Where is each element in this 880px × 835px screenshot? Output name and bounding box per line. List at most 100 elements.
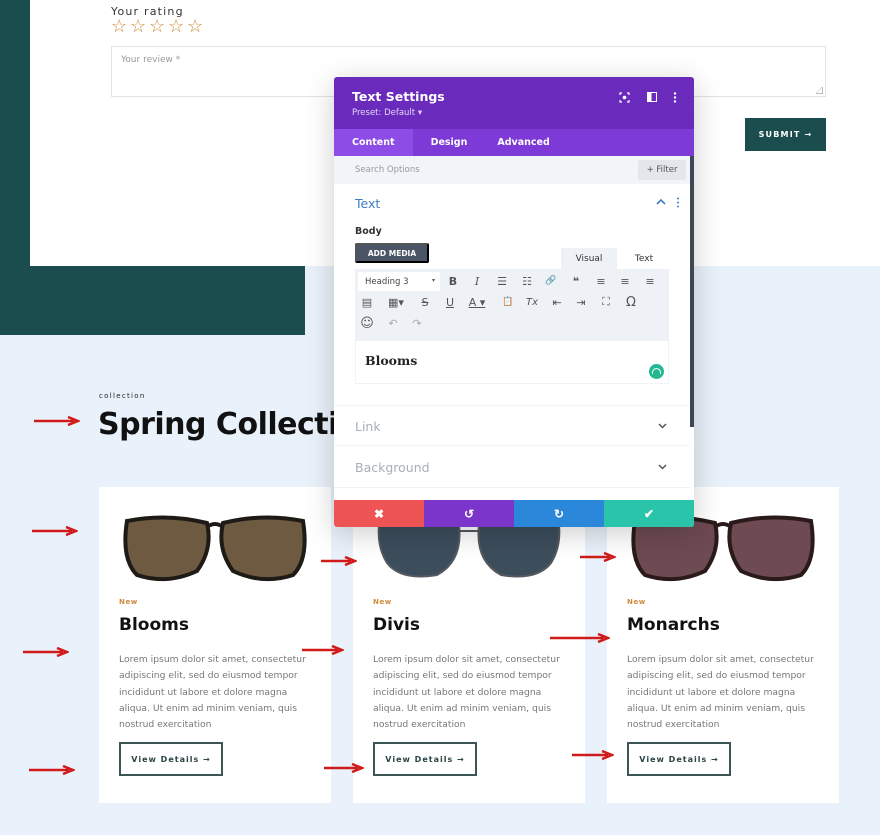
checkmark-icon: ✔ — [643, 506, 655, 521]
grammar-check-icon[interactable] — [649, 364, 664, 379]
tab-advanced[interactable]: Advanced — [485, 129, 567, 156]
scrollbar[interactable] — [690, 156, 694, 427]
search-options-input[interactable]: Search Options + Filter — [334, 156, 690, 184]
annotation-arrow-icon — [29, 765, 75, 775]
split-view-icon[interactable] — [645, 90, 659, 104]
underline-icon[interactable]: U — [442, 294, 458, 310]
modal-title: Text Settings — [352, 89, 445, 104]
annotation-arrow-icon — [23, 647, 69, 657]
text-color-icon[interactable]: A ▾ — [465, 294, 489, 310]
annotation-arrow-icon — [550, 633, 610, 643]
justify-icon[interactable]: ▤ — [359, 294, 375, 310]
product-title: Divis — [373, 615, 420, 635]
star-icon[interactable]: ☆ — [168, 17, 185, 35]
divider — [334, 445, 690, 446]
undo-button[interactable]: ↺ — [424, 500, 514, 527]
add-media-button[interactable]: ADD MEDIA — [355, 243, 429, 263]
preset-dropdown[interactable]: Preset: Default ▾ — [352, 108, 422, 118]
annotation-arrow-icon — [34, 416, 80, 426]
divider — [334, 405, 690, 406]
blockquote-icon[interactable]: ❝ — [568, 273, 584, 289]
annotation-arrow-icon — [580, 552, 616, 562]
tab-design[interactable]: Design — [413, 129, 486, 156]
italic-icon[interactable]: I — [469, 273, 485, 289]
star-icon[interactable]: ☆ — [149, 17, 166, 35]
clear-formatting-icon[interactable]: Tx — [524, 294, 540, 310]
resize-handle-icon[interactable] — [816, 87, 823, 94]
modal-footer: ✖ ↺ ↻ ✔ — [334, 500, 694, 527]
filter-button[interactable]: + Filter — [638, 160, 686, 180]
new-badge: New — [119, 598, 138, 606]
paste-text-icon[interactable]: 📋 — [500, 294, 516, 310]
link-icon[interactable]: 🔗 — [543, 273, 559, 289]
outdent-icon[interactable]: ⇤ — [549, 294, 565, 310]
bridge — [713, 522, 733, 529]
right-lens — [477, 519, 561, 578]
undo-icon: ↺ — [463, 506, 475, 521]
align-right-icon[interactable]: ≡ — [642, 273, 658, 289]
star-rating[interactable]: ☆ ☆ ☆ ☆ ☆ — [111, 17, 204, 35]
cancel-button[interactable]: ✖ — [334, 500, 424, 527]
chevron-up-icon[interactable] — [656, 198, 666, 206]
new-badge: New — [627, 598, 646, 606]
link-section-toggle[interactable]: Link — [355, 419, 381, 434]
chevron-down-icon[interactable] — [658, 423, 667, 429]
align-center-icon[interactable]: ≡ — [617, 273, 633, 289]
text-section-toggle[interactable]: Text — [355, 196, 380, 211]
text-settings-modal: Text Settings Preset: Default ▾ Content … — [334, 77, 694, 527]
section-eyebrow: collection — [99, 392, 146, 400]
product-card: New Divis Lorem ipsum dolor sit amet, co… — [353, 487, 585, 803]
view-details-button[interactable]: View Details → — [373, 742, 477, 776]
modal-header[interactable]: Text Settings Preset: Default ▾ — [334, 77, 694, 129]
numbered-list-icon[interactable]: ☷ — [519, 273, 535, 289]
view-details-button[interactable]: View Details → — [627, 742, 731, 776]
star-icon[interactable]: ☆ — [111, 17, 128, 35]
review-placeholder: Your review * — [121, 55, 181, 65]
bridge — [205, 522, 225, 529]
align-left-icon[interactable]: ≡ — [593, 273, 609, 289]
redo-button[interactable]: ↻ — [514, 500, 604, 527]
star-icon[interactable]: ☆ — [187, 17, 204, 35]
right-lens — [219, 515, 307, 582]
product-card: New Blooms Lorem ipsum dolor sit amet, c… — [99, 487, 331, 803]
indent-icon[interactable]: ⇥ — [573, 294, 589, 310]
focus-icon[interactable] — [617, 90, 631, 104]
body-label: Body — [355, 226, 382, 237]
product-card: New Monarchs Lorem ipsum dolor sit amet,… — [607, 487, 839, 803]
sunglasses-image — [123, 515, 307, 582]
special-character-icon[interactable]: Ω — [623, 294, 639, 310]
format-select[interactable]: Heading 3 ▾ — [358, 272, 440, 291]
search-placeholder: Search Options — [355, 165, 420, 175]
bold-icon[interactable]: B — [445, 273, 461, 289]
new-badge: New — [373, 598, 392, 606]
strikethrough-icon[interactable]: S — [417, 294, 433, 310]
submit-button[interactable]: SUBMIT → — [745, 118, 826, 151]
editor-tab-text[interactable]: Text — [619, 248, 669, 269]
editor-tab-visual[interactable]: Visual — [561, 248, 617, 269]
left-lens — [123, 515, 211, 582]
background-section-toggle[interactable]: Background — [355, 460, 430, 475]
undo-icon[interactable]: ↶ — [385, 315, 401, 331]
settings-tabs: Content Design Advanced — [334, 129, 694, 156]
table-icon[interactable]: ▦▾ — [385, 294, 407, 310]
rich-text-editor[interactable]: Blooms — [355, 340, 669, 384]
more-options-icon[interactable] — [668, 90, 682, 104]
annotation-arrow-icon — [321, 556, 357, 566]
fullscreen-icon[interactable]: ⛶ — [598, 294, 614, 310]
product-description: Lorem ipsum dolor sit amet, consectetur … — [627, 654, 814, 731]
save-button[interactable]: ✔ — [604, 500, 694, 527]
product-description: Lorem ipsum dolor sit amet, consectetur … — [373, 654, 560, 731]
star-icon[interactable]: ☆ — [130, 17, 147, 35]
chevron-down-icon[interactable] — [658, 464, 667, 470]
section-more-icon[interactable] — [676, 197, 680, 208]
view-details-button[interactable]: View Details → — [119, 742, 223, 776]
close-icon: ✖ — [373, 506, 385, 521]
left-lens — [377, 519, 461, 578]
annotation-arrow-icon — [302, 645, 344, 655]
divider — [334, 487, 690, 488]
tab-content[interactable]: Content — [334, 129, 413, 156]
emoji-icon[interactable]: ☺ — [359, 315, 375, 331]
redo-icon[interactable]: ↷ — [409, 315, 425, 331]
editor-content: Blooms — [365, 353, 418, 368]
bullet-list-icon[interactable]: ☰ — [494, 273, 510, 289]
